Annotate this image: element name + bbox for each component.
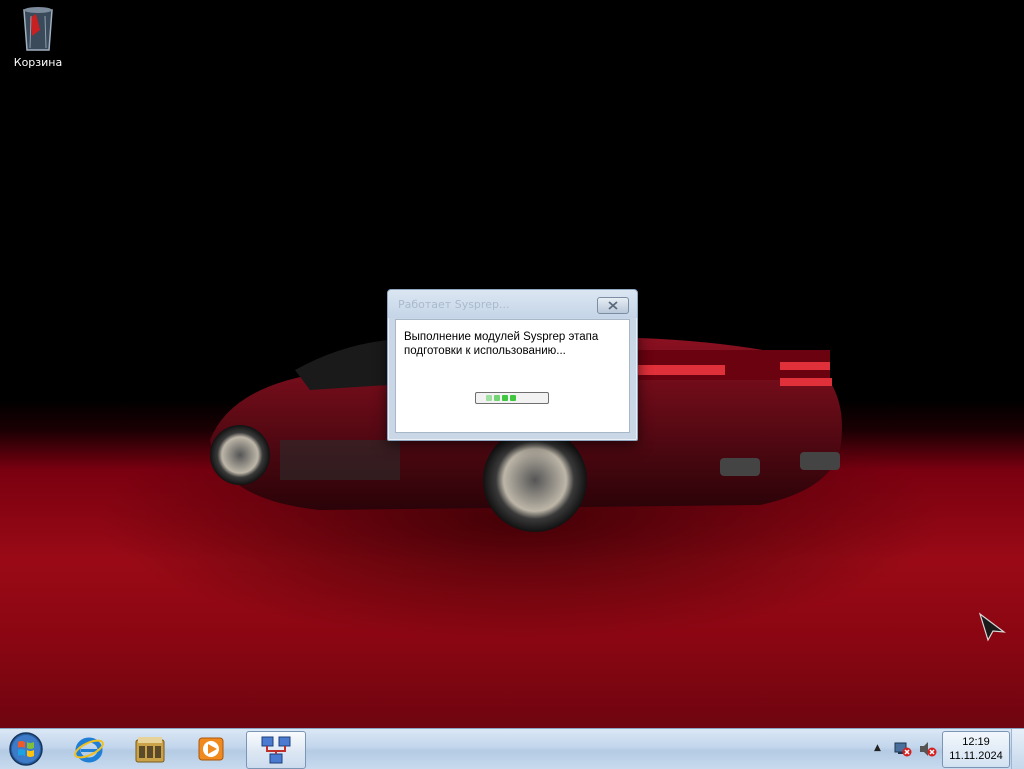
- internet-explorer-icon: [74, 737, 104, 763]
- progress-segment: [486, 395, 492, 401]
- taskbar-button-explorer[interactable]: [121, 731, 179, 767]
- windows-logo-icon: [9, 732, 43, 766]
- recycle-bin-icon: [23, 7, 53, 51]
- clock-date: 11.11.2024: [949, 750, 1003, 762]
- desktop-icon-recycle-bin[interactable]: Корзина: [8, 4, 68, 69]
- taskbar-button-internet-explorer[interactable]: [60, 731, 118, 767]
- tray-expand-icon[interactable]: ▲: [874, 743, 881, 753]
- close-button[interactable]: [597, 297, 629, 314]
- dialog-titlebar[interactable]: Работает Sysprep...: [388, 290, 637, 318]
- progress-segment: [494, 395, 500, 401]
- progress-segment: [510, 395, 516, 401]
- show-desktop-button[interactable]: [1011, 729, 1024, 769]
- mouse-cursor-icon: [978, 612, 1006, 642]
- taskbar: ▲ 12:19 11.11.2024: [0, 728, 1024, 769]
- desktop: Корзина Работает Sysprep... Выполнение м…: [0, 0, 1024, 728]
- clock[interactable]: 12:19 11.11.2024: [942, 731, 1010, 768]
- close-icon: [608, 301, 618, 310]
- explorer-folder-icon: [135, 737, 165, 763]
- sysprep-network-icon: [261, 736, 291, 764]
- media-player-icon: [198, 737, 224, 761]
- progress-bar: [475, 392, 549, 404]
- desktop-icon-label: Корзина: [13, 56, 63, 69]
- network-disconnected-icon[interactable]: [894, 741, 912, 757]
- start-button[interactable]: [6, 730, 46, 768]
- dialog-content: Выполнение модулей Sysprep этапа подгото…: [395, 319, 630, 433]
- system-tray: ▲ 12:19 11.11.2024: [864, 729, 1024, 769]
- taskbar-button-sysprep[interactable]: [246, 731, 306, 769]
- volume-muted-icon[interactable]: [919, 741, 937, 757]
- sysprep-dialog: Работает Sysprep... Выполнение модулей S…: [387, 289, 638, 441]
- clock-time: 12:19: [962, 736, 990, 748]
- progress-segment: [502, 395, 508, 401]
- dialog-message: Выполнение модулей Sysprep этапа подгото…: [404, 331, 599, 357]
- dialog-title: Работает Sysprep...: [398, 298, 510, 311]
- taskbar-button-media-player[interactable]: [182, 731, 240, 767]
